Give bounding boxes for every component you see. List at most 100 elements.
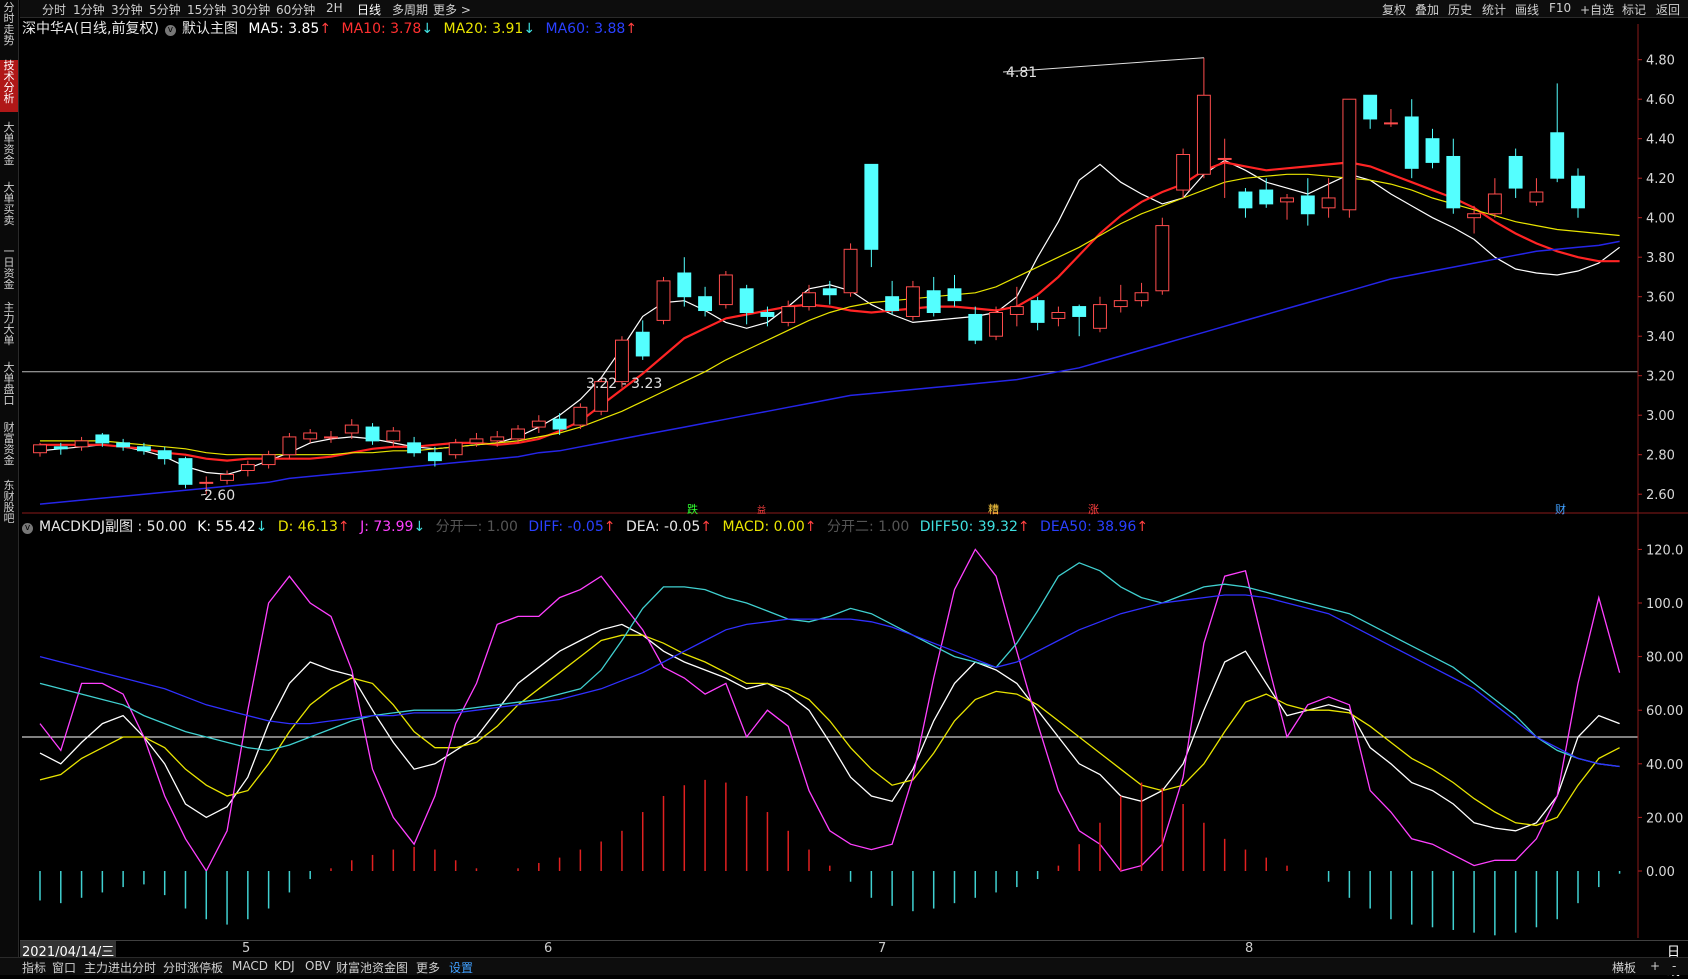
bottom-tab-window[interactable]: 窗口 bbox=[52, 959, 76, 976]
candle-body bbox=[261, 454, 276, 466]
candle-body bbox=[1425, 138, 1440, 163]
candle-body bbox=[1342, 98, 1357, 211]
candle-body bbox=[407, 442, 422, 454]
bottom-tab-settings[interactable]: 设置 bbox=[449, 959, 473, 976]
bottom-tab-limit-board[interactable]: 分时涨停板 bbox=[163, 959, 223, 976]
candle-body bbox=[1508, 155, 1523, 189]
price-tick-label: 3.40 bbox=[1646, 330, 1675, 345]
candle-body bbox=[802, 292, 816, 308]
candle-body bbox=[178, 458, 193, 485]
price-tick-label: 4.40 bbox=[1646, 133, 1675, 148]
candle-body bbox=[136, 446, 151, 452]
month-label-7: 7 bbox=[878, 941, 887, 956]
ma-line-ma5 bbox=[39, 159, 1620, 476]
candle-body bbox=[240, 464, 255, 472]
candle-body bbox=[1280, 197, 1294, 203]
bottom-tab-indicator[interactable]: 指标 bbox=[22, 959, 46, 976]
candle-body bbox=[698, 296, 713, 312]
bottom-tab-main-flow[interactable]: 主力进出分时 bbox=[84, 959, 156, 976]
month-label-5: 5 bbox=[242, 941, 251, 956]
indicator-tick-label: 80.00 bbox=[1646, 651, 1683, 666]
candle-body bbox=[116, 442, 131, 448]
candle-body bbox=[1550, 132, 1565, 179]
candle-body bbox=[635, 331, 650, 357]
candle-body bbox=[1009, 306, 1024, 315]
candle-body bbox=[427, 452, 442, 462]
ma-line-ma20 bbox=[40, 173, 1620, 456]
indicator-line-k bbox=[39, 623, 1620, 832]
price-tick-label: 3.20 bbox=[1646, 370, 1675, 385]
candle-body bbox=[947, 288, 962, 302]
candle-body bbox=[157, 450, 172, 460]
price-tick-label: 4.80 bbox=[1646, 54, 1675, 69]
indicator-tick-label: 20.00 bbox=[1646, 811, 1683, 826]
bottom-toolbar: 指标 窗口 主力进出分时 分时涨停板 MACD KDJ OBV 财富池资金图 更… bbox=[0, 957, 1688, 975]
candle-body bbox=[989, 312, 1003, 337]
candle-body bbox=[220, 473, 234, 481]
marker-zao[interactable]: 糟 bbox=[988, 502, 999, 516]
candle-body bbox=[843, 248, 858, 294]
candle-body bbox=[1030, 300, 1045, 323]
bottom-tab-more[interactable]: 更多 bbox=[416, 959, 440, 976]
stock-chart[interactable]: 4.80 4.60 4.40 4.20 4.00 3.80 3.60 3.40 3.20 3.00… bbox=[0, 0, 1688, 975]
price-tick-label: 2.60 bbox=[1646, 488, 1675, 503]
candle-body bbox=[1384, 122, 1398, 125]
candle-body bbox=[573, 406, 588, 426]
indicator-line-dea50 bbox=[39, 594, 1620, 768]
bottom-tab-kdj[interactable]: KDJ bbox=[274, 959, 295, 973]
indicator-tick-label: 120.0 bbox=[1646, 543, 1683, 558]
bottom-tab-macd[interactable]: MACD bbox=[232, 959, 268, 973]
candle-body bbox=[74, 440, 89, 448]
zoom-in-button[interactable]: + bbox=[1650, 959, 1660, 973]
candle-body bbox=[1155, 225, 1170, 292]
candle-body bbox=[282, 436, 297, 456]
candle-body bbox=[1176, 154, 1191, 191]
candle-body bbox=[199, 481, 214, 484]
candle-body bbox=[469, 438, 484, 444]
price-tick-label: 3.80 bbox=[1646, 251, 1675, 266]
month-label-6: 6 bbox=[544, 941, 553, 956]
reference-line-label: 3.22 - 3.23 bbox=[586, 376, 662, 392]
candle-body bbox=[905, 286, 920, 317]
marker-yi[interactable]: 益 bbox=[757, 504, 766, 516]
candle-body bbox=[926, 290, 941, 313]
candle-body bbox=[1093, 304, 1107, 329]
candle-body bbox=[1113, 300, 1128, 308]
candle-body bbox=[1404, 116, 1419, 169]
candle-body bbox=[531, 420, 546, 428]
price-tick-label: 2.80 bbox=[1646, 449, 1675, 464]
candle-body bbox=[365, 426, 380, 442]
layout-toggle-button[interactable]: 横板 bbox=[1612, 959, 1636, 976]
low-price-label: 2.60 bbox=[204, 488, 235, 504]
candle-body bbox=[1487, 193, 1502, 215]
marker-zhang[interactable]: 涨 bbox=[1088, 503, 1099, 516]
candle-body bbox=[968, 313, 983, 341]
month-label-8: 8 bbox=[1245, 941, 1254, 956]
candle-body bbox=[344, 424, 359, 434]
marker-cai[interactable]: 财 bbox=[1555, 502, 1566, 516]
candle-body bbox=[53, 446, 68, 450]
candle-body bbox=[1321, 197, 1336, 209]
indicator-tick-label: 40.00 bbox=[1646, 758, 1683, 773]
candle-body bbox=[324, 436, 338, 439]
candle-body bbox=[1217, 157, 1232, 160]
candle-body bbox=[885, 296, 900, 312]
candle-body bbox=[781, 306, 796, 323]
indicator-tick-label: 100.0 bbox=[1646, 597, 1683, 612]
candle-body bbox=[1529, 191, 1544, 203]
zoom-out-button[interactable]: - bbox=[1672, 959, 1676, 973]
candle-body bbox=[33, 444, 47, 454]
candle-body bbox=[386, 430, 401, 442]
marker-die[interactable]: 跌 bbox=[687, 502, 698, 516]
candle-body bbox=[864, 163, 879, 250]
price-tick-label: 4.00 bbox=[1646, 212, 1675, 227]
candle-body bbox=[1571, 175, 1585, 209]
bottom-tab-wealth-pool[interactable]: 财富池资金图 bbox=[336, 959, 408, 976]
candle-body bbox=[718, 274, 733, 306]
bottom-tab-obv[interactable]: OBV bbox=[305, 959, 331, 973]
candle-body bbox=[760, 312, 775, 317]
indicator-tick-label: 0.00 bbox=[1646, 865, 1675, 880]
candle-body bbox=[490, 436, 505, 442]
candle-body bbox=[511, 428, 525, 440]
candle-body bbox=[552, 418, 567, 430]
